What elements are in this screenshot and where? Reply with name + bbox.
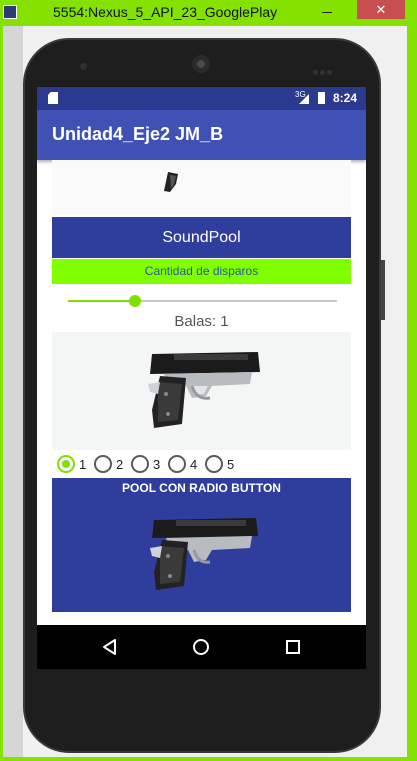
front-camera-icon	[80, 63, 87, 70]
app-bar: Unidad4_Eje2 JM_B	[37, 110, 366, 160]
radio-label: 2	[116, 457, 124, 472]
emulator-window-title: 5554:Nexus_5_API_23_GooglePlay	[53, 4, 278, 20]
device-screen: 3G 8:24 Unidad4_Eje2 JM_B SoundPool Cant…	[37, 87, 366, 669]
navigation-bar	[37, 625, 366, 669]
speaker-grille-icon	[192, 55, 210, 73]
seekbar-progress	[68, 300, 136, 302]
sensors-icon	[313, 62, 335, 75]
status-bar: 3G 8:24	[37, 87, 366, 110]
app-icon	[3, 5, 17, 19]
radio-button-icon[interactable]	[168, 455, 186, 473]
recent-apps-icon[interactable]	[283, 637, 303, 657]
minimize-button[interactable]	[313, 0, 341, 22]
close-icon: ✕	[375, 2, 387, 17]
gun-image-panel[interactable]	[52, 332, 351, 450]
battery-icon	[318, 92, 325, 104]
status-time: 8:24	[333, 91, 358, 105]
radio-label: 5	[227, 457, 235, 472]
seekbar-thumb[interactable]	[129, 295, 142, 307]
cantidad-disparos-button[interactable]: Cantidad de disparos	[52, 259, 351, 284]
radio-button-icon[interactable]	[205, 455, 223, 473]
app-title: Unidad4_Eje2 JM_B	[52, 124, 224, 144]
window-bottom-border	[0, 757, 417, 761]
main-content: SoundPool Cantidad de disparos Balas: 1	[52, 160, 351, 669]
radio-button-icon[interactable]	[94, 455, 112, 473]
window-right-border	[407, 26, 417, 761]
emulator-title-bar[interactable]: 5554:Nexus_5_API_23_GooglePlay ✕	[0, 0, 417, 26]
window-background	[0, 26, 23, 761]
window-left-border	[0, 26, 3, 761]
volume-button[interactable]	[381, 260, 385, 320]
radio-button-icon[interactable]	[131, 455, 149, 473]
home-icon[interactable]	[191, 637, 211, 657]
radio-label: 3	[153, 457, 161, 472]
gun-image-top	[52, 160, 351, 215]
pistol-icon	[148, 352, 260, 428]
pistol-icon	[164, 172, 178, 192]
pool-title: POOL CON RADIO BUTTON	[122, 481, 281, 495]
signal-icon	[299, 94, 309, 104]
disparos-seekbar[interactable]	[68, 295, 337, 307]
radio-button-icon[interactable]	[57, 455, 75, 473]
close-button[interactable]: ✕	[357, 0, 405, 19]
pistol-icon	[150, 518, 258, 590]
soundpool-button[interactable]: SoundPool	[52, 217, 351, 258]
radio-label: 1	[79, 457, 87, 472]
back-icon[interactable]	[100, 637, 120, 657]
disparos-radio-group: 1 2 3 4 5	[57, 454, 351, 474]
radio-label: 4	[190, 457, 198, 472]
balas-label: Balas: 1	[174, 313, 229, 330]
pool-radio-button-panel[interactable]: POOL CON RADIO BUTTON	[52, 478, 351, 612]
sd-card-icon	[48, 92, 58, 104]
